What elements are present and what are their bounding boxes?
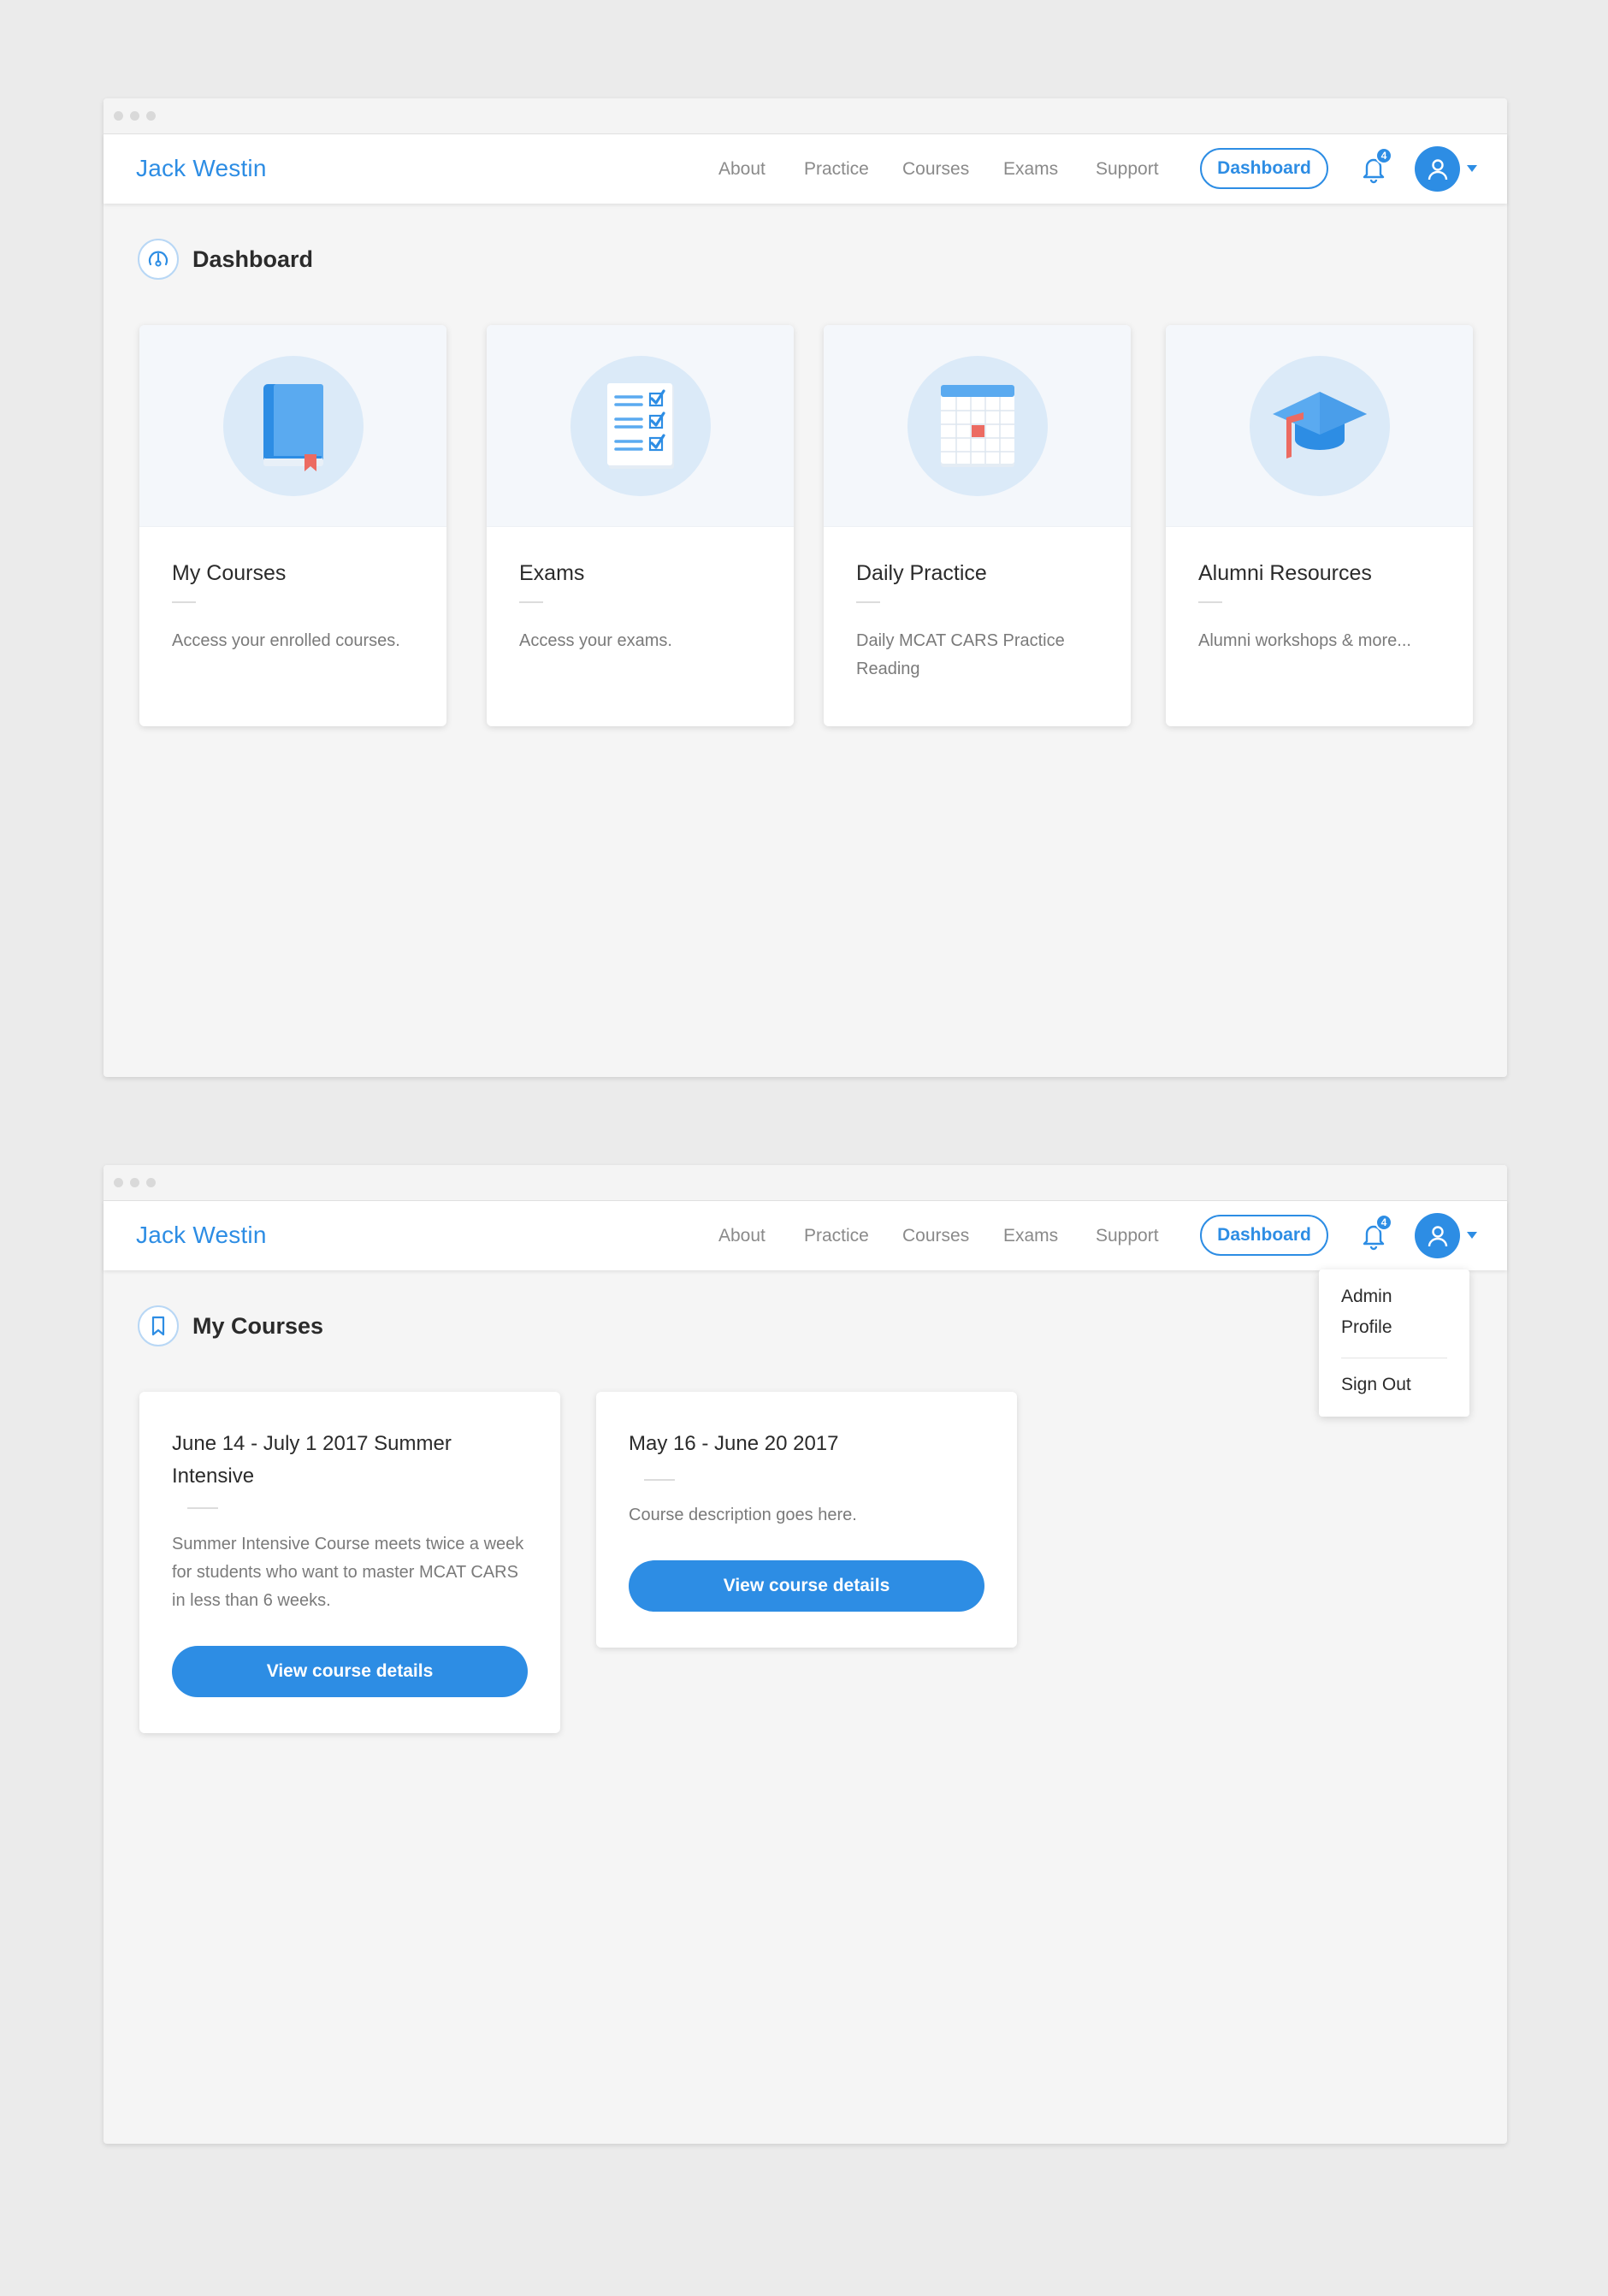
nav-support[interactable]: Support bbox=[1096, 159, 1159, 180]
page-title: Dashboard bbox=[192, 246, 314, 272]
icon-circle bbox=[222, 355, 364, 496]
checklist-icon bbox=[606, 382, 674, 469]
card-title: Daily Practice bbox=[856, 561, 987, 585]
course-description: Summer Intensive Course meets twice a we… bbox=[172, 1535, 524, 1610]
card-title: Exams bbox=[519, 561, 585, 585]
window-titlebar bbox=[103, 1165, 1507, 1201]
window-dot bbox=[114, 111, 123, 121]
gauge-icon bbox=[138, 239, 179, 280]
user-avatar[interactable] bbox=[1415, 146, 1460, 192]
view-course-details-button[interactable]: View course details bbox=[172, 1646, 528, 1697]
divider bbox=[187, 1507, 218, 1509]
card-banner bbox=[139, 325, 446, 527]
nav-about[interactable]: About bbox=[718, 159, 766, 180]
graduation-cap-icon bbox=[1272, 391, 1367, 459]
divider bbox=[856, 601, 880, 603]
dashboard-window: Jack Westin About Practice Courses Exams… bbox=[103, 98, 1507, 1077]
window-dot bbox=[130, 1178, 139, 1187]
calendar-icon bbox=[940, 384, 1014, 467]
card-description: Daily MCAT CARS Practice Reading bbox=[856, 631, 1065, 678]
divider bbox=[519, 601, 543, 603]
course-title: June 14 - July 1 2017 Summer Intensive bbox=[172, 1432, 452, 1488]
icon-circle bbox=[907, 355, 1048, 496]
card-description: Access your exams. bbox=[519, 631, 672, 650]
dashboard-button[interactable]: Dashboard bbox=[1200, 148, 1328, 189]
chevron-down-icon[interactable] bbox=[1467, 1232, 1477, 1239]
window-titlebar bbox=[103, 98, 1507, 134]
course-title: May 16 - June 20 2017 bbox=[629, 1432, 839, 1455]
card-description: Alumni workshops & more... bbox=[1198, 631, 1411, 650]
course-card: May 16 - June 20 2017 Course description… bbox=[596, 1392, 1017, 1648]
user-icon bbox=[1428, 1225, 1447, 1246]
card-banner bbox=[824, 325, 1131, 527]
nav-support[interactable]: Support bbox=[1096, 1226, 1159, 1246]
course-card: June 14 - July 1 2017 Summer Intensive S… bbox=[139, 1392, 560, 1733]
nav-practice[interactable]: Practice bbox=[804, 1226, 869, 1246]
card-banner bbox=[1166, 325, 1473, 527]
dashboard-button[interactable]: Dashboard bbox=[1200, 1215, 1328, 1256]
nav-practice[interactable]: Practice bbox=[804, 159, 869, 180]
book-icon bbox=[263, 383, 323, 471]
user-dropdown-menu: Admin Profile Sign Out bbox=[1319, 1269, 1469, 1417]
card-alumni-resources[interactable]: Alumni Resources Alumni workshops & more… bbox=[1166, 325, 1473, 726]
top-navbar: Jack Westin About Practice Courses Exams… bbox=[103, 1201, 1507, 1270]
view-course-details-button[interactable]: View course details bbox=[629, 1560, 984, 1612]
notification-badge: 4 bbox=[1375, 1214, 1392, 1231]
card-exams[interactable]: Exams Access your exams. bbox=[487, 325, 794, 726]
brand-logo[interactable]: Jack Westin bbox=[136, 1222, 267, 1249]
user-avatar[interactable] bbox=[1415, 1213, 1460, 1258]
menu-item-sign-out[interactable]: Sign Out bbox=[1341, 1370, 1411, 1400]
nav-about[interactable]: About bbox=[718, 1226, 766, 1246]
my-courses-window: Jack Westin About Practice Courses Exams… bbox=[103, 1165, 1507, 2144]
menu-item-admin-profile[interactable]: Admin Profile bbox=[1341, 1281, 1435, 1343]
page-header: My Courses bbox=[138, 1305, 323, 1346]
divider bbox=[1198, 601, 1222, 603]
top-navbar: Jack Westin About Practice Courses Exams… bbox=[103, 134, 1507, 204]
card-my-courses[interactable]: My Courses Access your enrolled courses. bbox=[139, 325, 446, 726]
card-description: Access your enrolled courses. bbox=[172, 631, 400, 650]
nav-courses[interactable]: Courses bbox=[902, 159, 969, 180]
notification-badge: 4 bbox=[1375, 147, 1392, 164]
divider bbox=[172, 601, 196, 603]
course-description: Course description goes here. bbox=[629, 1506, 857, 1524]
nav-exams[interactable]: Exams bbox=[1003, 1226, 1058, 1246]
brand-logo[interactable]: Jack Westin bbox=[136, 155, 267, 182]
window-dot bbox=[146, 111, 156, 121]
chevron-down-icon[interactable] bbox=[1467, 165, 1477, 172]
divider bbox=[644, 1479, 675, 1481]
icon-circle bbox=[1249, 355, 1390, 496]
window-dot bbox=[130, 111, 139, 121]
window-dot bbox=[114, 1178, 123, 1187]
nav-exams[interactable]: Exams bbox=[1003, 159, 1058, 180]
window-dot bbox=[146, 1178, 156, 1187]
page-header: Dashboard bbox=[138, 239, 313, 280]
icon-circle bbox=[570, 355, 711, 496]
card-banner bbox=[487, 325, 794, 527]
card-daily-practice[interactable]: Daily Practice Daily MCAT CARS Practice … bbox=[824, 325, 1131, 726]
card-title: My Courses bbox=[172, 561, 287, 585]
page-title: My Courses bbox=[192, 1312, 324, 1339]
card-title: Alumni Resources bbox=[1198, 561, 1372, 585]
user-icon bbox=[1428, 158, 1447, 180]
nav-courses[interactable]: Courses bbox=[902, 1226, 969, 1246]
bookmark-icon bbox=[138, 1305, 179, 1346]
